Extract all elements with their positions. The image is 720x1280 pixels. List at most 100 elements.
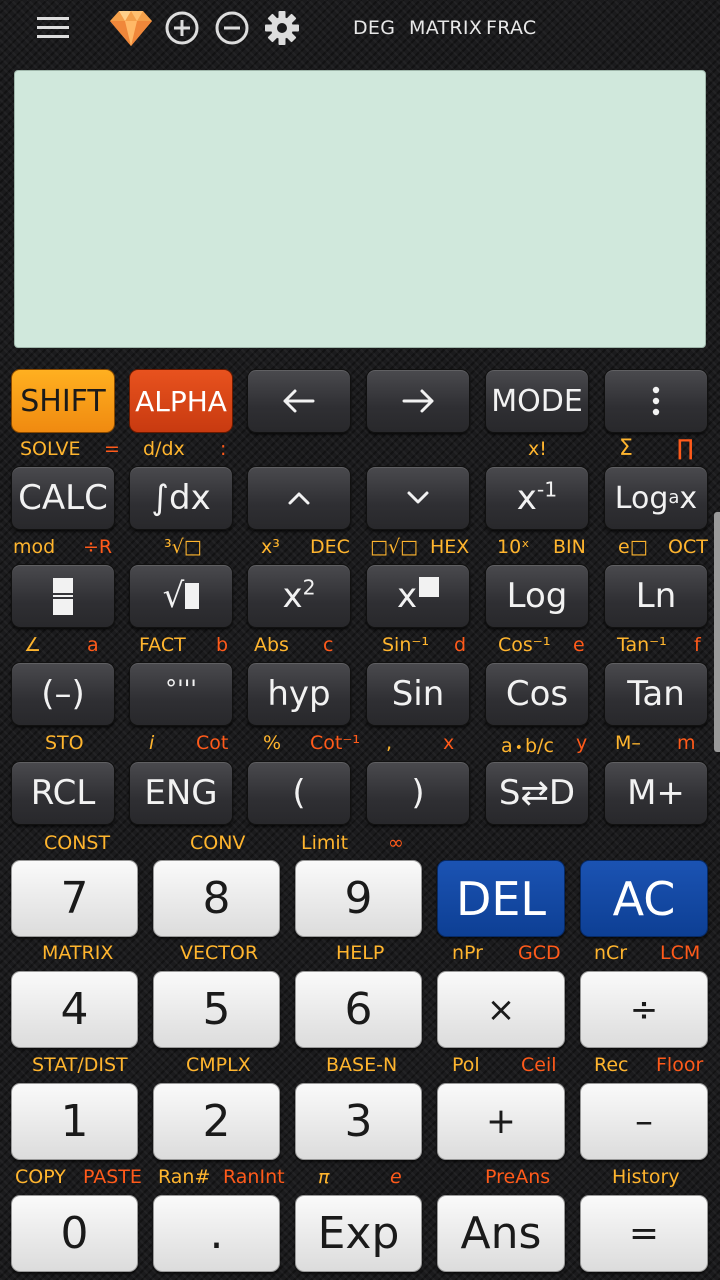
decimal-point-key[interactable]: . (153, 1195, 280, 1272)
equals-key[interactable]: = (580, 1195, 708, 1272)
fraction-icon (53, 578, 73, 615)
log-base-key[interactable]: Log a x (604, 466, 708, 530)
arrow-right-icon (402, 389, 434, 413)
label-bin: BIN (553, 536, 586, 558)
ans-key[interactable]: Ans (437, 1195, 565, 1272)
digit-2-key[interactable]: 2 (153, 1083, 280, 1160)
rcl-key[interactable]: RCL (11, 761, 115, 825)
digit-0-key[interactable]: 0 (11, 1195, 138, 1272)
label-random: Ran# (158, 1166, 211, 1188)
integral-key[interactable]: ∫dx (129, 466, 233, 530)
digit-7-key[interactable]: 7 (11, 860, 138, 937)
label-solve: SOLVE (20, 438, 81, 460)
edge-scroll-tab[interactable] (714, 512, 720, 752)
ln-key[interactable]: Ln (604, 564, 708, 628)
gear-icon[interactable] (262, 8, 302, 48)
degree-minute-second-key[interactable]: °''' (129, 662, 233, 726)
zoom-out-icon[interactable] (212, 8, 252, 48)
menu-icon[interactable] (33, 8, 73, 48)
digit-3-key[interactable]: 3 (295, 1083, 422, 1160)
label-var-y: y (576, 732, 588, 754)
add-key[interactable]: + (437, 1083, 565, 1160)
label-conv: CONV (190, 832, 246, 854)
label-var-e: e (573, 634, 585, 656)
mode-key[interactable]: MODE (485, 369, 589, 433)
shift-key[interactable]: SHIFT (11, 369, 115, 433)
label-history: History (612, 1166, 680, 1188)
label-angle: ∠ (24, 634, 42, 656)
label-paste: PASTE (83, 1166, 142, 1188)
fraction-key[interactable] (11, 564, 115, 628)
close-paren-key[interactable]: ) (366, 761, 470, 825)
label-rec: Rec (594, 1054, 629, 1076)
log-base-text: Log (614, 480, 669, 516)
cursor-down-key[interactable] (366, 466, 470, 530)
sqrt-symbol: √ (162, 576, 185, 616)
label-equals-small: = (104, 438, 120, 460)
cursor-right-key[interactable] (366, 369, 470, 433)
subtract-key[interactable]: – (580, 1083, 708, 1160)
zoom-in-icon[interactable] (162, 8, 202, 48)
label-factorial: x! (528, 438, 547, 460)
digit-4-key[interactable]: 4 (11, 971, 138, 1048)
exp-key[interactable]: Exp (295, 1195, 422, 1272)
power-box (419, 577, 440, 597)
digit-9-key[interactable]: 9 (295, 860, 422, 937)
open-paren-key[interactable]: ( (247, 761, 351, 825)
diamond-icon[interactable] (108, 8, 154, 48)
label-stat-dist: STAT/DIST (32, 1054, 128, 1076)
digit-6-key[interactable]: 6 (295, 971, 422, 1048)
label-abs: Abs (254, 634, 289, 656)
log-base-x: x (679, 480, 698, 516)
calc-key[interactable]: CALC (11, 466, 115, 530)
label-hex: HEX (430, 536, 470, 558)
label-cot: Cot (196, 732, 229, 754)
log-key[interactable]: Log (485, 564, 589, 628)
label-sto: STO (45, 732, 84, 754)
hyp-key[interactable]: hyp (247, 662, 351, 726)
label-vector: VECTOR (180, 942, 259, 964)
label-mod: mod (13, 536, 56, 558)
digit-8-key[interactable]: 8 (153, 860, 280, 937)
label-limit: Limit (301, 832, 349, 854)
sqrt-key[interactable]: √ (129, 564, 233, 628)
label-comma: , (386, 732, 393, 754)
chevron-up-icon (288, 492, 310, 505)
label-random-int: RanInt (223, 1166, 285, 1188)
reciprocal-key[interactable]: x-1 (485, 466, 589, 530)
multiply-key[interactable]: × (437, 971, 565, 1048)
angle-mode-indicator: DEG (353, 17, 396, 39)
label-oct: OCT (668, 536, 708, 558)
calculator-display[interactable] (14, 70, 706, 348)
label-dec: DEC (310, 536, 350, 558)
delete-key[interactable]: DEL (437, 860, 565, 937)
negative-key[interactable]: (–) (11, 662, 115, 726)
tan-key[interactable]: Tan (604, 662, 708, 726)
label-cot-inverse: Cot⁻¹ (310, 732, 360, 754)
label-cos-inverse: Cos⁻¹ (498, 634, 551, 656)
s-to-d-key[interactable]: S⇄D (485, 761, 589, 825)
frac-mode-indicator: FRAC (486, 17, 537, 39)
digit-5-key[interactable]: 5 (153, 971, 280, 1048)
top-bar: DEG MATRIX FRAC (0, 0, 720, 58)
power-key[interactable]: x (366, 564, 470, 628)
alpha-key[interactable]: ALPHA (129, 369, 233, 433)
arrow-left-icon (283, 389, 315, 413)
sin-key[interactable]: Sin (366, 662, 470, 726)
label-percent: % (263, 732, 282, 754)
memory-plus-key[interactable]: M+ (604, 761, 708, 825)
label-help: HELP (336, 942, 385, 964)
label-matrix: MATRIX (42, 942, 114, 964)
divide-key[interactable]: ÷ (580, 971, 708, 1048)
more-options-key[interactable] (604, 369, 708, 433)
label-ceil: Ceil (521, 1054, 557, 1076)
square-key[interactable]: x2 (247, 564, 351, 628)
all-clear-key[interactable]: AC (580, 860, 708, 937)
digit-1-key[interactable]: 1 (11, 1083, 138, 1160)
label-memory-minus: M– (615, 732, 641, 754)
cursor-up-key[interactable] (247, 466, 351, 530)
cursor-left-key[interactable] (247, 369, 351, 433)
cos-key[interactable]: Cos (485, 662, 589, 726)
eng-key[interactable]: ENG (129, 761, 233, 825)
more-vert-icon (652, 386, 660, 416)
